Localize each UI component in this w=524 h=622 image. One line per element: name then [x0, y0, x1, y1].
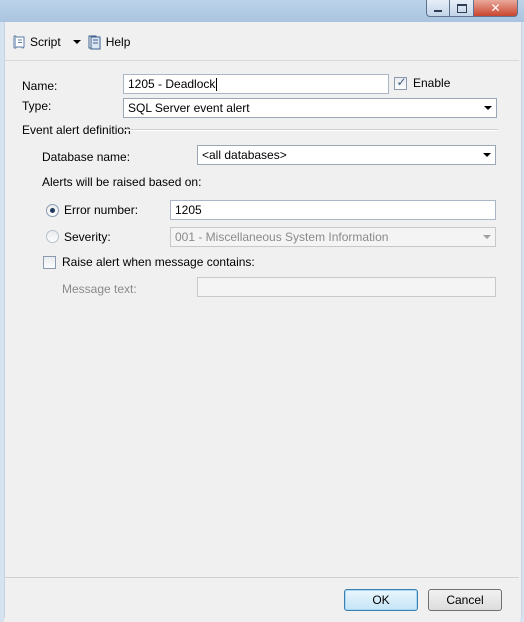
close-button[interactable]: ✕	[474, 0, 518, 17]
script-scroll-icon	[13, 35, 25, 49]
severity-select[interactable]: 001 - Miscellaneous System Information	[170, 227, 496, 247]
footer-divider	[5, 577, 519, 578]
error-number-value: 1205	[175, 203, 202, 217]
maximize-icon	[456, 3, 467, 13]
enable-checkbox[interactable]: ✓	[394, 75, 407, 90]
radio-selected-dot	[50, 208, 55, 213]
severity-value: 001 - Miscellaneous System Information	[175, 230, 389, 244]
script-dropdown-arrow-icon[interactable]	[72, 40, 81, 44]
help-button[interactable]: Help	[87, 34, 131, 50]
group-divider	[124, 129, 498, 131]
database-name-value: <all databases>	[202, 148, 287, 162]
help-button-label: Help	[105, 35, 131, 49]
raise-alert-label: Raise alert when message contains:	[62, 255, 255, 269]
error-number-label: Error number:	[64, 203, 139, 217]
name-input[interactable]: 1205 - Deadlock	[123, 74, 389, 94]
chevron-down-icon	[483, 235, 491, 239]
event-alert-definition-heading: Event alert definition	[22, 123, 131, 137]
chevron-down-icon	[484, 106, 492, 110]
checkmark-icon: ✓	[396, 75, 407, 89]
database-name-select[interactable]: <all databases>	[197, 145, 496, 165]
script-button[interactable]: Script	[11, 34, 61, 50]
type-value: SQL Server event alert	[128, 101, 250, 115]
alerts-raised-label: Alerts will be raised based on:	[42, 175, 202, 189]
text-caret	[216, 78, 218, 92]
close-icon: ✕	[490, 1, 501, 15]
severity-radio[interactable]	[46, 230, 59, 243]
help-book-icon	[88, 35, 101, 50]
severity-label: Severity:	[64, 230, 111, 244]
toolbar: Script Help	[5, 24, 519, 60]
window-controls: ✕	[426, 0, 518, 18]
raise-alert-checkbox[interactable]	[43, 256, 56, 269]
minimize-icon	[434, 10, 442, 12]
cancel-button[interactable]: Cancel	[428, 589, 502, 611]
toolbar-divider	[5, 60, 519, 61]
maximize-button[interactable]	[450, 0, 474, 17]
type-select[interactable]: SQL Server event alert	[123, 98, 497, 118]
script-button-label: Script	[30, 35, 61, 49]
message-text-label: Message text:	[62, 282, 137, 296]
type-label: Type:	[22, 99, 52, 113]
database-name-label: Database name:	[42, 150, 131, 164]
ok-button[interactable]: OK	[344, 589, 418, 611]
chevron-down-icon	[483, 153, 491, 157]
minimize-button[interactable]	[426, 0, 450, 17]
title-bar: ✕	[0, 0, 524, 22]
name-value: 1205 - Deadlock	[128, 77, 216, 91]
message-text-input[interactable]	[197, 277, 496, 297]
name-label: Name:	[22, 79, 58, 93]
error-number-radio[interactable]	[46, 204, 59, 217]
error-number-input[interactable]: 1205	[170, 200, 496, 220]
enable-label: Enable	[413, 76, 451, 90]
